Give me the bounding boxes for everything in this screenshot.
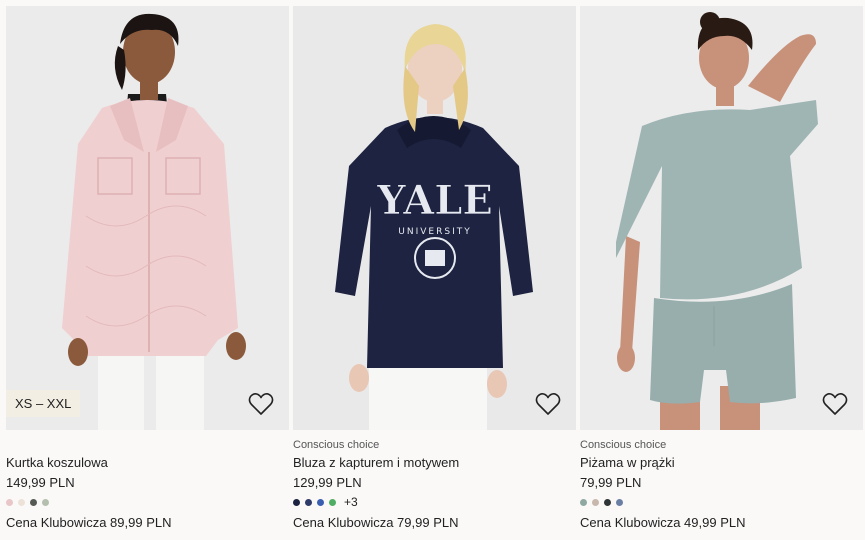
conscious-label: Conscious choice (580, 439, 667, 451)
color-swatch[interactable] (604, 498, 611, 506)
heart-icon (822, 393, 848, 415)
color-swatch[interactable] (18, 498, 25, 506)
color-swatches (6, 496, 49, 508)
heart-icon (535, 393, 561, 415)
size-range-badge: XS – XXL (6, 390, 81, 417)
product-price: 79,99 PLN (580, 475, 642, 490)
product-photo-pajamas (580, 6, 863, 430)
hoodie-print-sub: UNIVERSITY (398, 227, 471, 237)
color-swatches (580, 496, 623, 508)
color-swatch[interactable] (317, 498, 324, 506)
product-title[interactable]: Kurtka koszulowa (6, 455, 108, 470)
color-swatch[interactable] (6, 498, 13, 506)
product-card[interactable]: XS – XXL Kurtka koszulowa 149,99 PLN Cen… (6, 6, 289, 540)
product-card[interactable]: YALE UNIVERSITY Conscious choice Bluza z… (293, 6, 576, 540)
color-swatch[interactable] (42, 498, 49, 506)
product-image[interactable] (580, 6, 863, 430)
product-photo-jacket (6, 6, 289, 430)
product-image[interactable]: XS – XXL (6, 6, 289, 430)
product-title[interactable]: Piżama w prążki (580, 455, 675, 470)
product-card[interactable]: Conscious choice Piżama w prążki 79,99 P… (580, 6, 863, 540)
product-price: 129,99 PLN (293, 475, 362, 490)
product-photo-hoodie: YALE UNIVERSITY (293, 6, 576, 430)
product-price: 149,99 PLN (6, 475, 75, 490)
color-swatch[interactable] (30, 498, 37, 506)
color-swatch[interactable] (592, 498, 599, 506)
product-image[interactable]: YALE UNIVERSITY (293, 6, 576, 430)
color-swatches: +3 (293, 495, 358, 509)
color-swatch[interactable] (616, 498, 623, 506)
hoodie-print-main: YALE (376, 177, 493, 224)
club-price: Cena Klubowicza 79,99 PLN (293, 515, 459, 530)
color-swatch[interactable] (305, 498, 312, 506)
more-colors-count[interactable]: +3 (344, 495, 358, 509)
club-price: Cena Klubowicza 89,99 PLN (6, 515, 172, 530)
favorite-button[interactable] (822, 392, 848, 416)
conscious-label: Conscious choice (293, 439, 380, 451)
product-grid: XS – XXL Kurtka koszulowa 149,99 PLN Cen… (0, 0, 865, 540)
color-swatch[interactable] (580, 498, 587, 506)
favorite-button[interactable] (535, 392, 561, 416)
club-price: Cena Klubowicza 49,99 PLN (580, 515, 746, 530)
product-title[interactable]: Bluza z kapturem i motywem (293, 455, 459, 470)
favorite-button[interactable] (248, 392, 274, 416)
color-swatch[interactable] (293, 498, 300, 506)
color-swatch[interactable] (329, 498, 336, 506)
heart-icon (248, 393, 274, 415)
